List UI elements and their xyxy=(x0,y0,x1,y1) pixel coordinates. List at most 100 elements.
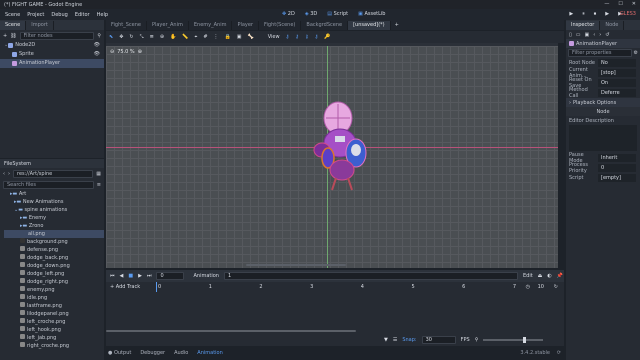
tab-output[interactable]: ● Output xyxy=(108,350,131,356)
tab-import[interactable]: Import xyxy=(26,20,54,30)
folder-enemy[interactable]: ▸▬ Enemy xyxy=(4,214,104,222)
file-item[interactable]: dodge_right.png xyxy=(4,278,104,286)
play-icon[interactable]: ▶ xyxy=(569,11,573,17)
skeleton-icon[interactable]: 🦴 xyxy=(248,34,254,40)
forward-icon[interactable]: › xyxy=(8,171,10,177)
timeline-ruler[interactable]: 0 1 2 3 4 5 6 7 xyxy=(156,282,516,292)
section-node[interactable]: Node xyxy=(566,107,640,116)
zoom-level[interactable]: 75.0 % xyxy=(117,49,134,55)
minimize-icon[interactable]: — xyxy=(604,1,609,7)
file-item[interactable]: lilodgepanel.png xyxy=(4,310,104,318)
scene-tab-active[interactable]: [unsaved](*) xyxy=(348,20,391,30)
scene-tab[interactable]: Player xyxy=(232,20,260,30)
file-item[interactable]: lastframe.png xyxy=(4,302,104,310)
menu-scene[interactable]: Scene xyxy=(5,12,20,18)
scale-tool-icon[interactable]: ⤡ xyxy=(140,34,144,40)
update-spinner-icon[interactable]: ⟳ xyxy=(557,350,561,356)
canvas-viewport[interactable]: ⊖ 75.0 % ⊕ xyxy=(106,46,558,268)
character-sprite[interactable] xyxy=(302,98,374,194)
select-tool-icon[interactable]: ⬉ xyxy=(109,34,113,40)
play-scene-icon[interactable]: ▶ xyxy=(605,11,609,17)
history-forward-icon[interactable]: › xyxy=(599,32,601,38)
snap-options-icon[interactable]: ⋮ xyxy=(214,34,219,40)
link-icon[interactable]: ⛓ xyxy=(10,33,16,39)
editor-description-field[interactable] xyxy=(569,125,637,151)
viewport-h-scrollbar[interactable] xyxy=(246,264,346,266)
file-item[interactable]: left_hook.png xyxy=(4,326,104,334)
prop-process-priority[interactable]: Process Priority 0 xyxy=(566,162,640,174)
menu-help[interactable]: Help xyxy=(97,12,108,18)
tree-node-animationplayer[interactable]: AnimationPlayer xyxy=(0,59,104,68)
file-all-png[interactable]: all.png xyxy=(4,230,104,238)
tab-scene[interactable]: Scene xyxy=(0,20,27,30)
pan-tool-icon[interactable]: ✋ xyxy=(170,34,176,40)
menu-project[interactable]: Project xyxy=(27,12,44,18)
open-resource-icon[interactable]: ▭ xyxy=(576,32,581,38)
keyframe-rotation-icon[interactable]: ⚷ xyxy=(305,34,309,40)
new-resource-icon[interactable]: ▯ xyxy=(569,32,572,38)
grid-snap-icon[interactable]: # xyxy=(203,34,207,40)
save-resource-icon[interactable]: ▣ xyxy=(585,32,590,38)
workspace-2d[interactable]: ✥ 2D xyxy=(282,11,295,17)
scene-tab[interactable]: BackgrdScene xyxy=(301,20,349,30)
tab-node[interactable]: Node xyxy=(600,20,625,30)
file-item[interactable]: dodge_down.png xyxy=(4,262,104,270)
zoom-out-icon[interactable]: ⊖ xyxy=(110,49,114,55)
animation-length[interactable]: 10 xyxy=(538,284,544,290)
file-item[interactable]: right_croche.png xyxy=(4,342,104,350)
inspector-filter-input[interactable]: Filter properties xyxy=(568,49,632,57)
history-back-icon[interactable]: ‹ xyxy=(593,32,595,38)
renderer-badge[interactable]: GLES3 xyxy=(620,11,636,17)
stop-icon[interactable]: ⏹ xyxy=(594,11,597,17)
pause-icon[interactable]: ⏸ xyxy=(582,11,585,17)
autoplay-icon[interactable]: ⏏ xyxy=(538,273,543,279)
tree-node-node2d[interactable]: ⌄ Node2D 👁 xyxy=(0,41,104,50)
scene-filter-input[interactable]: Filter nodes xyxy=(19,31,95,40)
file-item[interactable]: left_croche.png xyxy=(4,318,104,326)
folder-spine-animations[interactable]: ⌄▬ spine animations xyxy=(4,206,104,214)
keyframe-insert-icon[interactable]: ⚷ xyxy=(286,34,290,40)
close-icon[interactable]: ✕ xyxy=(632,1,636,7)
file-item[interactable]: dodge_back.png xyxy=(4,254,104,262)
add-node-icon[interactable]: + xyxy=(3,33,7,39)
ruler-tool-icon[interactable]: 📏 xyxy=(182,34,188,40)
folder-new-animations[interactable]: ▸▬ New Animations xyxy=(4,198,104,206)
onion-skin-icon[interactable]: ◐ xyxy=(547,273,551,279)
pivot-tool-icon[interactable]: ⊕ xyxy=(160,34,164,40)
frame-position-input[interactable]: 0 xyxy=(156,272,185,280)
file-item[interactable]: idle.png xyxy=(4,294,104,302)
animation-select[interactable]: 1 xyxy=(223,272,518,280)
menu-editor[interactable]: Editor xyxy=(75,12,90,18)
tab-debugger[interactable]: Debugger xyxy=(140,350,165,356)
tab-audio[interactable]: Audio xyxy=(174,350,188,356)
timeline-h-scrollbar[interactable] xyxy=(106,330,356,332)
move-tool-icon[interactable]: ✥ xyxy=(119,34,123,40)
add-track-button[interactable]: + Add Track xyxy=(110,284,140,290)
prop-script[interactable]: Script [empty] xyxy=(566,173,640,183)
folder-art[interactable]: ▸▬ Art xyxy=(4,190,104,198)
scene-tab[interactable]: Enemy_Anim xyxy=(189,20,233,30)
tree-node-sprite[interactable]: Sprite 👁 xyxy=(0,50,104,59)
rotate-tool-icon[interactable]: ↻ xyxy=(129,34,133,40)
scene-tab[interactable]: Fight(Scene) xyxy=(259,20,302,30)
add-scene-tab-icon[interactable]: + xyxy=(395,22,399,28)
snap-toggle[interactable]: Snap: xyxy=(402,337,416,343)
list-icon[interactable]: ☰ xyxy=(393,337,397,343)
fps-input[interactable]: 30 xyxy=(421,336,456,344)
keyframe-position-icon[interactable]: ⚷ xyxy=(295,34,299,40)
workspace-3d[interactable]: ◈ 3D xyxy=(305,11,317,17)
inspected-node-name[interactable]: AnimationPlayer xyxy=(576,41,617,47)
scene-tab[interactable]: Fight_Scene xyxy=(106,20,147,30)
lock-icon[interactable]: 🔒 xyxy=(225,34,231,40)
smart-snap-icon[interactable]: ⌖ xyxy=(195,34,198,40)
menu-debug[interactable]: Debug xyxy=(51,12,67,18)
animation-edit-button[interactable]: Edit xyxy=(523,273,533,279)
slider-handle[interactable] xyxy=(523,337,527,343)
stop-animation-icon[interactable]: ■ xyxy=(128,273,133,279)
keyframe-scale-icon[interactable]: ⚷ xyxy=(315,34,319,40)
file-item[interactable]: enemy.png xyxy=(4,286,104,294)
scene-tab[interactable]: Player_Anim xyxy=(147,20,189,30)
visibility-icon[interactable]: 👁 xyxy=(94,50,100,59)
file-search-input[interactable]: Search files xyxy=(3,180,94,189)
tab-animation[interactable]: Animation xyxy=(197,350,223,356)
